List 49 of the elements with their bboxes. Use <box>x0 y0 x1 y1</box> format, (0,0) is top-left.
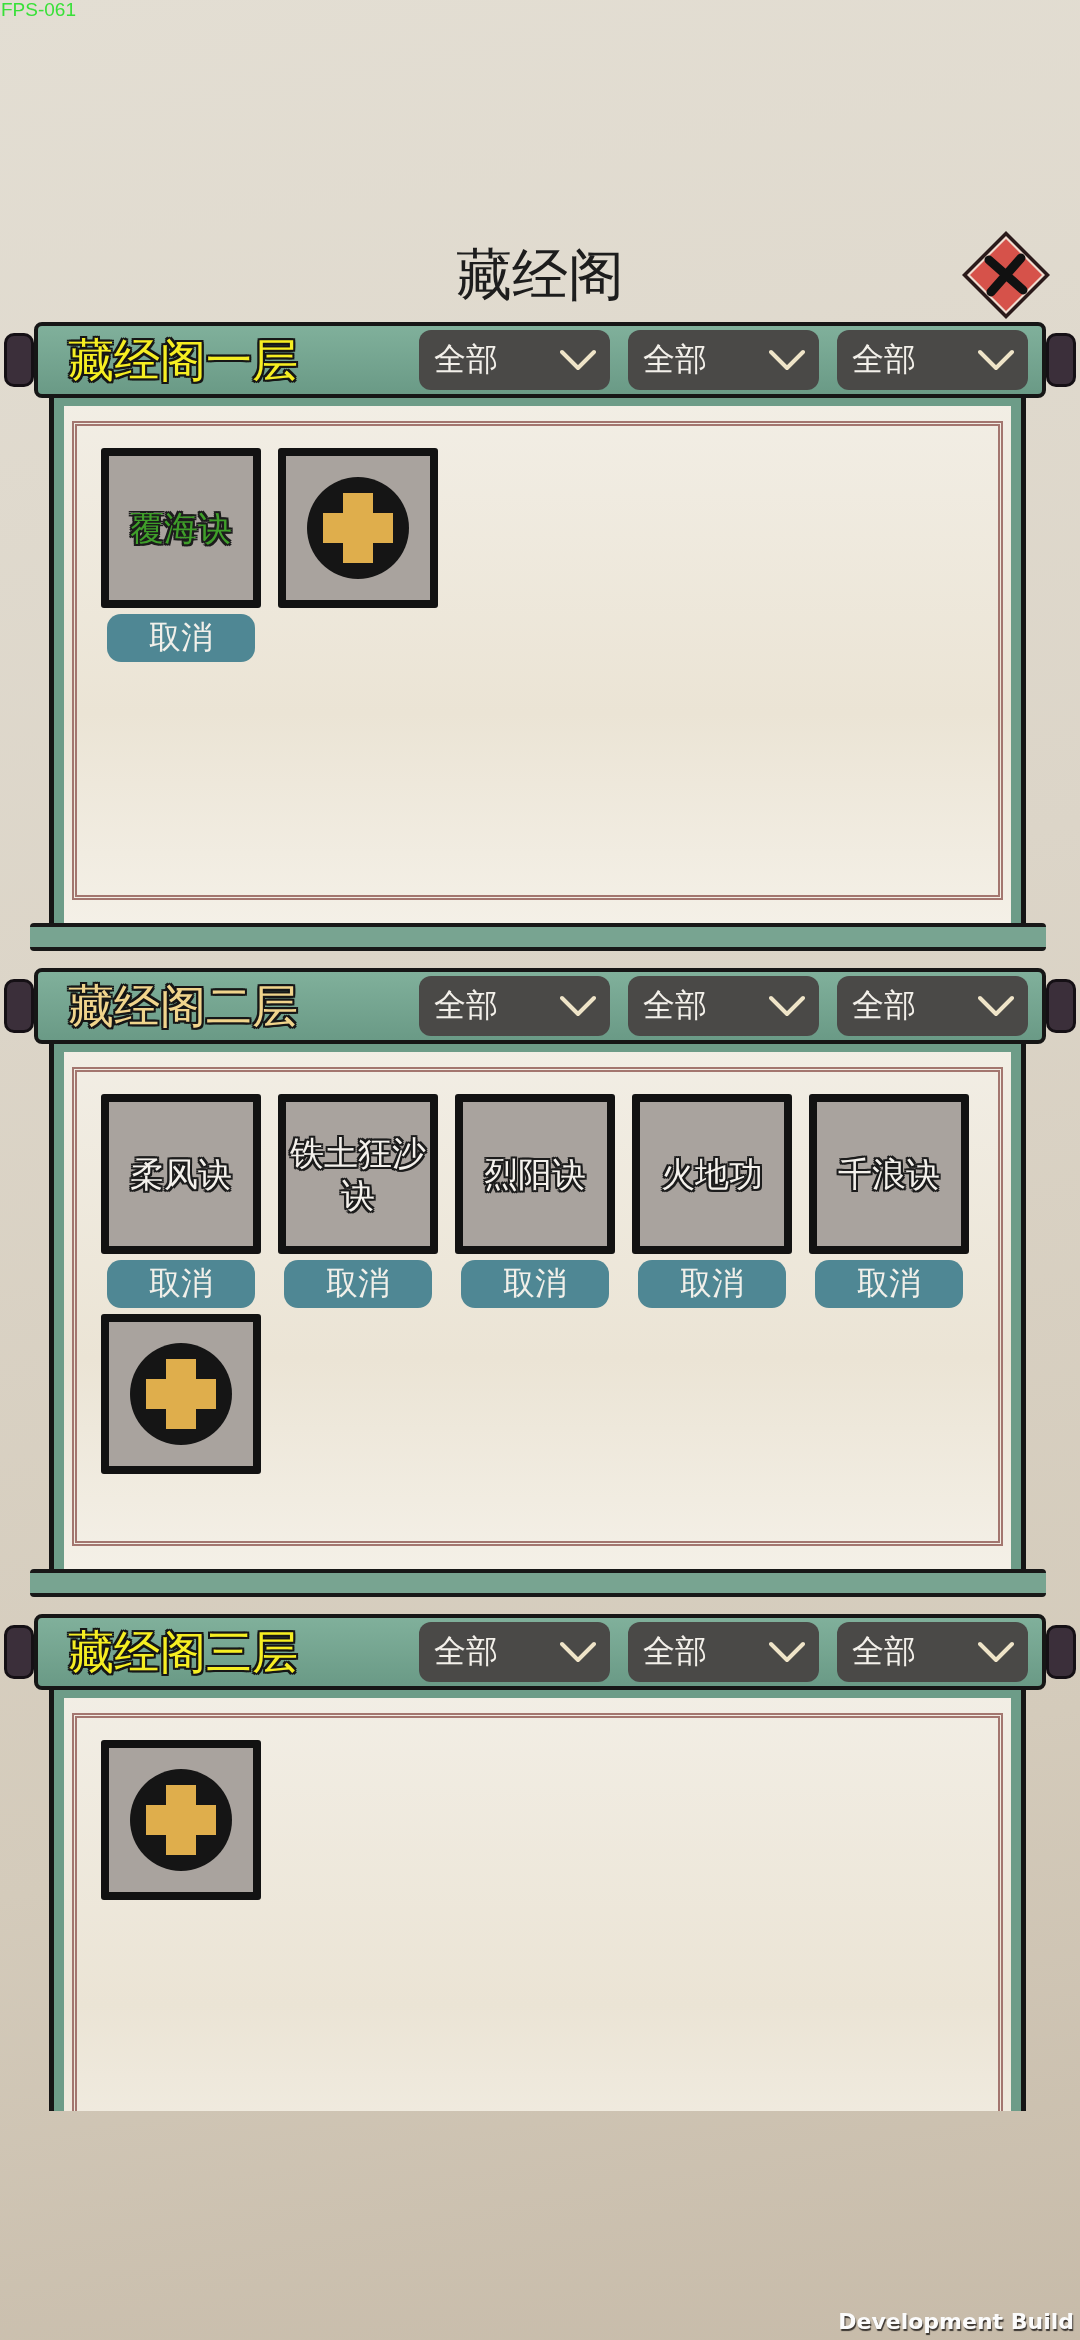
filter-dropdown[interactable]: 全部 <box>419 330 610 390</box>
chevron-down-icon <box>560 349 596 371</box>
skill-card[interactable]: 千浪诀 <box>809 1094 969 1254</box>
chevron-down-icon <box>978 349 1014 371</box>
skill-name: 覆海诀 <box>130 506 232 550</box>
close-icon <box>960 229 1052 321</box>
filter-dropdown[interactable]: 全部 <box>628 976 819 1036</box>
filter-dropdown[interactable]: 全部 <box>419 976 610 1036</box>
close-button[interactable] <box>960 229 1052 321</box>
skill-name: 烈阳诀 <box>484 1152 586 1196</box>
section-title: 藏经阁三层 <box>68 1626 298 1678</box>
build-label: Development Build <box>838 2309 1074 2334</box>
plus-icon <box>306 476 410 580</box>
cancel-button[interactable]: 取消 <box>107 614 255 662</box>
window-title: 藏经阁 <box>456 241 624 309</box>
skill-card[interactable]: 火地功 <box>632 1094 792 1254</box>
skill-name: 柔风诀 <box>130 1152 232 1196</box>
section-title: 藏经阁一层 <box>68 334 298 386</box>
chevron-down-icon <box>560 1641 596 1663</box>
filter-dropdown[interactable]: 全部 <box>837 330 1028 390</box>
section-title: 藏经阁二层 <box>68 980 298 1032</box>
chevron-down-icon <box>978 1641 1014 1663</box>
chevron-down-icon <box>978 995 1014 1017</box>
skill-card[interactable]: 铁土狂沙诀 <box>278 1094 438 1254</box>
skill-card[interactable]: 烈阳诀 <box>455 1094 615 1254</box>
plus-icon <box>129 1342 233 1446</box>
skill-name: 千浪诀 <box>838 1152 940 1196</box>
chevron-down-icon <box>769 349 805 371</box>
cancel-button[interactable]: 取消 <box>284 1260 432 1308</box>
add-slot-button[interactable] <box>278 448 438 608</box>
filter-dropdown[interactable]: 全部 <box>837 976 1028 1036</box>
filter-dropdown[interactable]: 全部 <box>419 1622 610 1682</box>
skill-card[interactable]: 柔风诀 <box>101 1094 261 1254</box>
fps-counter: FPS-061 <box>0 0 76 20</box>
chevron-down-icon <box>769 995 805 1017</box>
filter-dropdown[interactable]: 全部 <box>628 330 819 390</box>
cancel-button[interactable]: 取消 <box>638 1260 786 1308</box>
cancel-button[interactable]: 取消 <box>107 1260 255 1308</box>
chevron-down-icon <box>769 1641 805 1663</box>
filter-dropdown[interactable]: 全部 <box>837 1622 1028 1682</box>
skill-name: 铁土狂沙诀 <box>289 1131 427 1217</box>
filter-dropdown[interactable]: 全部 <box>628 1622 819 1682</box>
chevron-down-icon <box>560 995 596 1017</box>
add-slot-button[interactable] <box>101 1314 261 1474</box>
add-slot-button[interactable] <box>101 1740 261 1900</box>
skill-name: 火地功 <box>661 1152 763 1196</box>
cancel-button[interactable]: 取消 <box>815 1260 963 1308</box>
plus-icon <box>129 1768 233 1872</box>
cancel-button[interactable]: 取消 <box>461 1260 609 1308</box>
